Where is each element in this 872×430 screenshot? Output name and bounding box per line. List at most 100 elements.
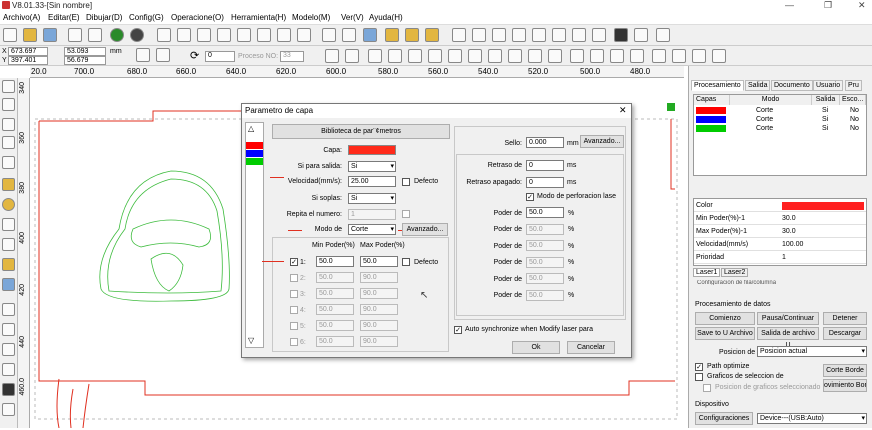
defect-checkbox[interactable] <box>402 178 410 186</box>
align-tool-19-icon[interactable] <box>692 49 706 63</box>
process-no-field[interactable]: 33 <box>280 51 304 62</box>
align-tool-16-icon[interactable] <box>630 49 644 63</box>
redo-icon[interactable] <box>130 28 144 42</box>
ok-button[interactable]: Ok <box>512 341 560 354</box>
output-select[interactable]: Si <box>348 161 396 172</box>
zoom-out-icon[interactable] <box>197 28 211 42</box>
cancel-button[interactable]: Cancelar <box>567 341 615 354</box>
mode-select[interactable]: Corte <box>348 224 396 235</box>
perf-power-2[interactable]: 50.0 <box>526 224 564 235</box>
defect2-checkbox[interactable] <box>402 258 410 266</box>
ellipse-tool-icon[interactable] <box>2 198 15 211</box>
position-select[interactable]: Posicion actual <box>757 346 867 357</box>
speed-field[interactable]: 25.00 <box>348 176 396 187</box>
zoom-fit-icon[interactable] <box>177 28 191 42</box>
graphics-selection-checkbox[interactable] <box>695 373 703 381</box>
tab-usuario[interactable]: Usuario <box>813 80 844 91</box>
seal-advanced-button[interactable]: Avanzado... <box>580 135 624 148</box>
align-tool-15-icon[interactable] <box>610 49 624 63</box>
properties-icon[interactable] <box>656 28 670 42</box>
max-power-4[interactable]: 90.0 <box>360 304 398 315</box>
align-tool-2-icon[interactable] <box>345 49 359 63</box>
width-field[interactable]: 53.093 <box>64 47 106 56</box>
cut-border-button[interactable]: Corte Borde <box>823 364 867 377</box>
perf-power-4[interactable]: 50.0 <box>526 257 564 268</box>
tab-documento[interactable]: Documento <box>771 80 813 91</box>
align-tool-5-icon[interactable] <box>408 49 422 63</box>
menu-editar[interactable]: Editar(E) <box>48 13 80 22</box>
align-tool-6-icon[interactable] <box>428 49 442 63</box>
path-optimize-checkbox[interactable]: ✓ <box>695 363 703 371</box>
off-delay-field[interactable]: 0 <box>526 177 564 188</box>
mirror-icon[interactable] <box>156 48 170 62</box>
power-6-checkbox[interactable] <box>290 338 298 346</box>
max-power-3[interactable]: 90.0 <box>360 288 398 299</box>
min-power-3[interactable]: 50.0 <box>316 288 354 299</box>
device-select[interactable]: Device---(USB:Auto) <box>757 413 867 424</box>
output-u-button[interactable]: Salida de archivo U <box>757 327 819 349</box>
menu-herramienta[interactable]: Herramienta(H) <box>231 13 286 22</box>
tab-pru[interactable]: Pru <box>845 80 862 91</box>
on-delay-field[interactable]: 0 <box>526 160 564 171</box>
repeat-checkbox[interactable] <box>402 210 410 218</box>
perf-power-5[interactable]: 50.0 <box>526 273 564 284</box>
layer-row[interactable]: Corte Si No <box>694 115 866 124</box>
array-icon[interactable] <box>385 28 399 42</box>
auto-sync-checkbox[interactable]: ✓ <box>454 326 462 334</box>
align-tool-3-icon[interactable] <box>368 49 382 63</box>
move-border-button[interactable]: ovimiento Borde <box>823 379 867 392</box>
perf-power-1[interactable]: 50.0 <box>526 207 564 218</box>
perf-power-3[interactable]: 50.0 <box>526 240 564 251</box>
power-5-checkbox[interactable] <box>290 322 298 330</box>
zoom-all-icon[interactable] <box>257 28 271 42</box>
text-icon[interactable] <box>532 28 546 42</box>
align-tool-12-icon[interactable] <box>548 49 562 63</box>
max-power-6[interactable]: 90.0 <box>360 336 398 347</box>
min-power-1[interactable]: 50.0 <box>316 256 354 267</box>
polyline-icon[interactable] <box>2 136 15 149</box>
tab-procesamiento[interactable]: Procesamiento <box>691 80 744 91</box>
rectangle-tool-icon[interactable] <box>2 178 15 191</box>
align-tool-18-icon[interactable] <box>672 49 686 63</box>
pause-button[interactable]: Pausa/Continuar <box>757 312 819 325</box>
new-file-icon[interactable] <box>3 28 17 42</box>
align-tool-17-icon[interactable] <box>652 49 666 63</box>
min-power-2[interactable]: 50.0 <box>316 272 354 283</box>
perf-power-6[interactable]: 50.0 <box>526 290 564 301</box>
power-3-checkbox[interactable] <box>290 290 298 298</box>
text-tool-icon[interactable] <box>2 218 15 231</box>
import-icon[interactable] <box>68 28 82 42</box>
arc-icon[interactable] <box>2 156 15 169</box>
align-tool-20-icon[interactable] <box>712 49 726 63</box>
max-power-5[interactable]: 90.0 <box>360 320 398 331</box>
settings-button[interactable]: Configuraciones <box>695 412 753 425</box>
pan-icon[interactable] <box>277 28 291 42</box>
check-icon[interactable] <box>342 28 356 42</box>
monitor-icon[interactable] <box>363 28 377 42</box>
height-field[interactable]: 56.679 <box>64 56 106 65</box>
max-power-2[interactable]: 90.0 <box>360 272 398 283</box>
min-power-4[interactable]: 50.0 <box>316 304 354 315</box>
max-power-1[interactable]: 50.0 <box>360 256 398 267</box>
open-folder-icon[interactable] <box>23 28 37 42</box>
align-tool-10-icon[interactable] <box>508 49 522 63</box>
undo-icon[interactable] <box>110 28 124 42</box>
tab-salida[interactable]: Salida <box>745 80 771 91</box>
rectangle-icon[interactable] <box>492 28 506 42</box>
export-icon[interactable] <box>88 28 102 42</box>
repeat-field[interactable]: 1 <box>348 209 396 220</box>
trim-icon[interactable] <box>572 28 586 42</box>
array-copy-icon[interactable] <box>405 28 419 42</box>
angle-field[interactable]: 0 <box>205 51 235 62</box>
seal-field[interactable]: 0.000 <box>526 137 564 148</box>
scroll-down-icon[interactable]: ▽ <box>248 336 254 345</box>
scroll-up-icon[interactable]: △ <box>248 124 254 133</box>
rotate-icon[interactable]: ⟳ <box>190 49 199 62</box>
align-tool-11-icon[interactable] <box>528 49 542 63</box>
node-edit-icon[interactable] <box>322 28 336 42</box>
curve-icon[interactable] <box>452 28 466 42</box>
layer-red-swatch[interactable] <box>246 142 263 149</box>
zoom-window-icon[interactable] <box>297 28 311 42</box>
array-tool-icon[interactable] <box>2 278 15 291</box>
align-tool-1-icon[interactable] <box>325 49 339 63</box>
